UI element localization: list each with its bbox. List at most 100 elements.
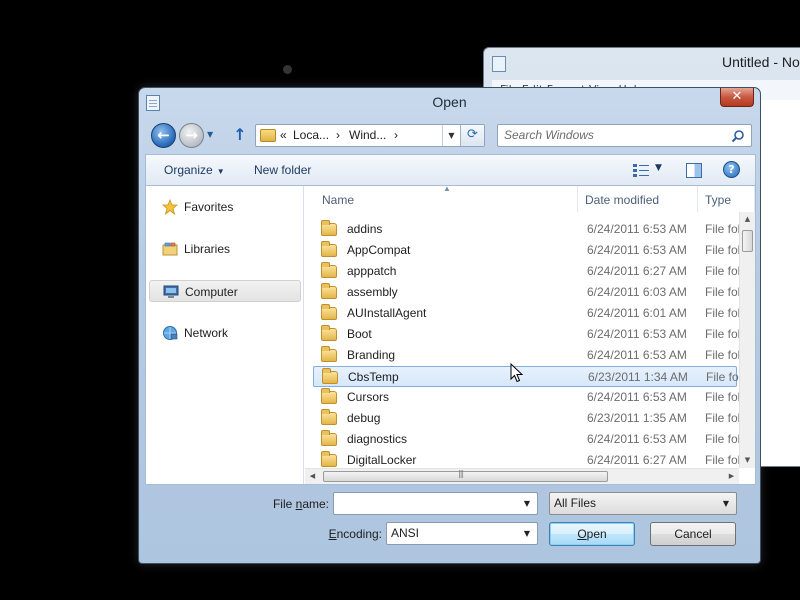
chevron-down-icon[interactable]: ▼ bbox=[520, 493, 534, 514]
encoding-value: ANSI bbox=[391, 526, 420, 540]
file-row[interactable]: assembly 6/24/2011 6:03 AM File fol bbox=[313, 282, 741, 303]
file-name-combobox[interactable]: ▼ bbox=[333, 492, 538, 515]
file-type: File fol bbox=[705, 264, 741, 278]
help-icon[interactable]: ? bbox=[723, 161, 740, 178]
address-separator-icon[interactable]: › bbox=[336, 128, 340, 142]
file-name: DigitalLocker bbox=[347, 453, 417, 467]
address-segment-windows[interactable]: Wind... bbox=[349, 128, 386, 142]
column-header-type[interactable]: Type bbox=[698, 186, 755, 212]
file-date-modified: 6/24/2011 6:53 AM bbox=[587, 243, 687, 257]
file-row[interactable]: CbsTemp 6/23/2011 1:34 AM File fol bbox=[313, 366, 741, 387]
address-dropdown-icon[interactable]: ▼ bbox=[442, 125, 460, 146]
nav-item-label: Libraries bbox=[184, 242, 231, 256]
column-header-name[interactable]: Name ▲ bbox=[305, 186, 578, 212]
file-date-modified: 6/24/2011 6:27 AM bbox=[587, 453, 687, 467]
file-name: diagnostics bbox=[347, 432, 408, 446]
open-button-label: pen bbox=[586, 527, 607, 541]
view-options-chevron-icon[interactable]: ▼ bbox=[655, 163, 662, 173]
mouse-pointer-icon bbox=[510, 363, 524, 383]
cancel-button[interactable]: Cancel bbox=[650, 522, 736, 546]
background-dot bbox=[283, 65, 292, 74]
file-row[interactable]: debug 6/23/2011 1:35 AM File fol bbox=[313, 408, 740, 429]
file-date-modified: 6/24/2011 6:53 AM bbox=[587, 348, 687, 362]
address-separator-icon[interactable]: › bbox=[394, 128, 398, 142]
vertical-scroll-thumb[interactable] bbox=[742, 230, 753, 252]
horizontal-scroll-thumb[interactable] bbox=[323, 469, 608, 482]
file-name: addins bbox=[347, 222, 383, 236]
forward-button[interactable]: → bbox=[179, 123, 204, 148]
file-date-modified: 6/24/2011 6:01 AM bbox=[587, 306, 687, 320]
file-type: File fol bbox=[705, 306, 741, 320]
recent-locations-icon[interactable]: ▼ bbox=[207, 128, 217, 142]
nav-item-network[interactable]: Network bbox=[149, 322, 301, 344]
file-list: Name ▲ Date modified Type addins 6/24/201… bbox=[305, 186, 755, 484]
chevron-down-icon: ▼ bbox=[216, 167, 225, 176]
file-name: Branding bbox=[347, 348, 396, 362]
search-icon[interactable] bbox=[731, 129, 745, 143]
notepad-icon bbox=[492, 56, 506, 72]
change-view-icon[interactable] bbox=[633, 164, 649, 177]
file-row[interactable]: Boot 6/24/2011 6:53 AM File fol bbox=[313, 324, 740, 345]
organize-button[interactable]: Organize ▼ bbox=[164, 163, 225, 177]
preview-pane-icon[interactable] bbox=[686, 163, 702, 178]
file-name: CbsTemp bbox=[348, 370, 399, 384]
refresh-icon[interactable]: ⟳ bbox=[460, 125, 484, 146]
column-header-date[interactable]: Date modified bbox=[578, 186, 698, 212]
background-window-title: Untitled - No bbox=[722, 54, 800, 70]
file-row[interactable]: diagnostics 6/24/2011 6:53 AM File fol bbox=[313, 429, 740, 450]
file-row[interactable]: Cursors 6/24/2011 6:53 AM File fol bbox=[313, 387, 741, 408]
folder-icon bbox=[321, 430, 337, 446]
file-type-filter-value: All Files bbox=[554, 496, 597, 510]
file-date-modified: 6/23/2011 1:34 AM bbox=[588, 370, 688, 384]
file-row[interactable]: Branding 6/24/2011 6:53 AM File fol bbox=[313, 345, 740, 366]
file-row[interactable]: AppCompat 6/24/2011 6:53 AM File fol bbox=[313, 240, 740, 261]
file-type: File fol bbox=[705, 222, 741, 236]
folder-icon bbox=[321, 409, 337, 425]
scroll-left-icon[interactable]: ◀ bbox=[305, 469, 320, 484]
back-button[interactable]: ← bbox=[151, 123, 176, 148]
encoding-dropdown[interactable]: ANSI ▼ bbox=[386, 522, 538, 545]
file-row[interactable]: addins 6/24/2011 6:53 AM File fol bbox=[313, 219, 741, 240]
title-bar[interactable]: Open ✕ bbox=[139, 88, 760, 118]
file-name: AUInstallAgent bbox=[347, 306, 427, 320]
file-type: File fol bbox=[705, 285, 741, 299]
file-name-input[interactable] bbox=[337, 496, 507, 510]
nav-item-favorites[interactable]: Favorites bbox=[149, 196, 301, 218]
file-type-filter-dropdown[interactable]: All Files ▼ bbox=[549, 492, 737, 515]
column-label: Name bbox=[322, 193, 355, 207]
file-name-label: File name: bbox=[269, 497, 329, 511]
file-type: File fol bbox=[705, 390, 741, 404]
address-segment-local[interactable]: Loca... bbox=[293, 128, 329, 142]
folder-icon bbox=[321, 220, 337, 236]
address-overflow-chevron[interactable]: « bbox=[280, 128, 287, 142]
file-date-modified: 6/24/2011 6:53 AM bbox=[587, 222, 687, 236]
file-row[interactable]: apppatch 6/24/2011 6:27 AM File fol bbox=[313, 261, 741, 282]
search-box[interactable] bbox=[497, 124, 752, 147]
organize-label: Organize bbox=[164, 163, 213, 177]
file-name: AppCompat bbox=[347, 243, 411, 257]
scroll-right-icon[interactable]: ▶ bbox=[724, 469, 739, 484]
close-button[interactable]: ✕ bbox=[720, 88, 754, 107]
new-folder-button[interactable]: New folder bbox=[254, 163, 311, 177]
encoding-label: Encoding: bbox=[269, 527, 382, 541]
file-name-label-text: ame: bbox=[302, 497, 329, 511]
scroll-down-icon[interactable]: ▼ bbox=[740, 453, 755, 468]
file-name-label-text: File bbox=[272, 497, 296, 511]
network-icon bbox=[163, 326, 178, 340]
open-button[interactable]: Open bbox=[549, 522, 635, 546]
search-input[interactable] bbox=[504, 128, 724, 142]
horizontal-scrollbar[interactable]: ◀ ▶ bbox=[305, 468, 739, 484]
chevron-down-icon[interactable]: ▼ bbox=[719, 493, 733, 514]
nav-item-libraries[interactable]: Libraries bbox=[149, 238, 301, 260]
file-name: apppatch bbox=[347, 264, 397, 278]
navigation-row: ← → ▼ ↑ « Loca... › Wind... › ▼ ⟳ bbox=[149, 122, 752, 150]
libraries-icon bbox=[162, 242, 178, 256]
file-row[interactable]: AUInstallAgent 6/24/2011 6:01 AM File fol bbox=[313, 303, 741, 324]
scroll-up-icon[interactable]: ▲ bbox=[740, 212, 755, 227]
vertical-scrollbar[interactable]: ▲ ▼ bbox=[739, 212, 755, 468]
file-type: File fol bbox=[705, 453, 741, 467]
chevron-down-icon[interactable]: ▼ bbox=[520, 523, 534, 544]
nav-item-computer[interactable]: Computer bbox=[149, 280, 301, 302]
address-bar[interactable]: « Loca... › Wind... › ▼ ⟳ bbox=[255, 124, 485, 147]
up-arrow-icon[interactable]: ↑ bbox=[231, 126, 249, 144]
